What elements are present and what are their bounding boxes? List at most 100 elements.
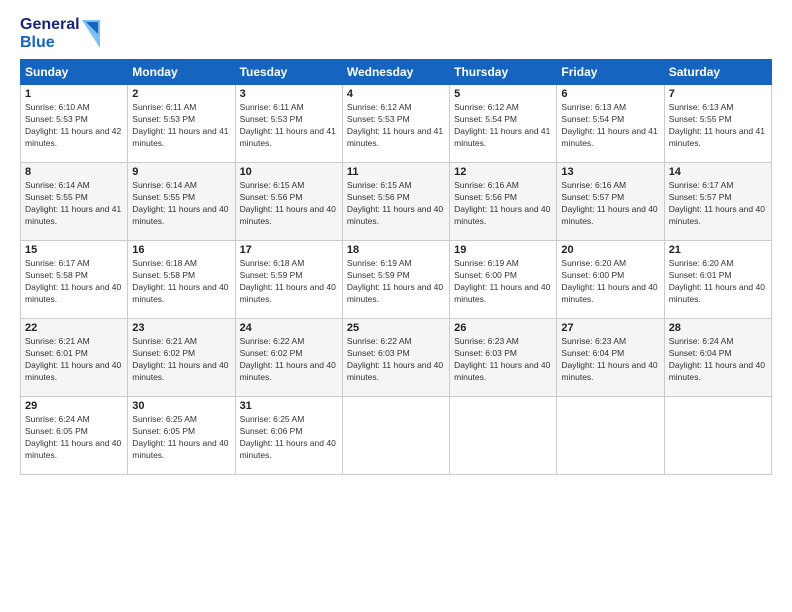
day-number: 17 — [240, 244, 338, 256]
calendar-cell: 22 Sunrise: 6:21 AMSunset: 6:01 PMDaylig… — [21, 319, 128, 397]
day-number: 6 — [561, 88, 659, 100]
day-info: Sunrise: 6:16 AMSunset: 5:57 PMDaylight:… — [561, 180, 659, 228]
logo-chevron-icon — [82, 20, 100, 48]
calendar-cell: 9 Sunrise: 6:14 AMSunset: 5:55 PMDayligh… — [128, 163, 235, 241]
day-number: 9 — [132, 166, 230, 178]
calendar-cell: 7 Sunrise: 6:13 AMSunset: 5:55 PMDayligh… — [664, 85, 771, 163]
calendar-cell — [450, 397, 557, 475]
calendar-cell: 19 Sunrise: 6:19 AMSunset: 6:00 PMDaylig… — [450, 241, 557, 319]
calendar-cell: 29 Sunrise: 6:24 AMSunset: 6:05 PMDaylig… — [21, 397, 128, 475]
calendar-cell: 15 Sunrise: 6:17 AMSunset: 5:58 PMDaylig… — [21, 241, 128, 319]
calendar-cell: 30 Sunrise: 6:25 AMSunset: 6:05 PMDaylig… — [128, 397, 235, 475]
calendar-cell: 2 Sunrise: 6:11 AMSunset: 5:53 PMDayligh… — [128, 85, 235, 163]
day-number: 13 — [561, 166, 659, 178]
day-info: Sunrise: 6:16 AMSunset: 5:56 PMDaylight:… — [454, 180, 552, 228]
day-number: 7 — [669, 88, 767, 100]
day-number: 15 — [25, 244, 123, 256]
calendar-cell: 25 Sunrise: 6:22 AMSunset: 6:03 PMDaylig… — [342, 319, 449, 397]
weekday-header-tuesday: Tuesday — [235, 60, 342, 85]
day-info: Sunrise: 6:18 AMSunset: 5:58 PMDaylight:… — [132, 258, 230, 306]
calendar-cell: 6 Sunrise: 6:13 AMSunset: 5:54 PMDayligh… — [557, 85, 664, 163]
weekday-header-thursday: Thursday — [450, 60, 557, 85]
day-number: 29 — [25, 400, 123, 412]
calendar-cell: 1 Sunrise: 6:10 AMSunset: 5:53 PMDayligh… — [21, 85, 128, 163]
calendar-cell: 4 Sunrise: 6:12 AMSunset: 5:53 PMDayligh… — [342, 85, 449, 163]
calendar-cell: 3 Sunrise: 6:11 AMSunset: 5:53 PMDayligh… — [235, 85, 342, 163]
weekday-header-saturday: Saturday — [664, 60, 771, 85]
day-info: Sunrise: 6:19 AMSunset: 5:59 PMDaylight:… — [347, 258, 445, 306]
day-info: Sunrise: 6:12 AMSunset: 5:54 PMDaylight:… — [454, 102, 552, 150]
logo-text-blue: Blue — [20, 34, 80, 52]
calendar-cell — [557, 397, 664, 475]
day-number: 24 — [240, 322, 338, 334]
calendar-cell: 17 Sunrise: 6:18 AMSunset: 5:59 PMDaylig… — [235, 241, 342, 319]
day-number: 11 — [347, 166, 445, 178]
day-number: 26 — [454, 322, 552, 334]
day-info: Sunrise: 6:11 AMSunset: 5:53 PMDaylight:… — [132, 102, 230, 150]
calendar-cell: 24 Sunrise: 6:22 AMSunset: 6:02 PMDaylig… — [235, 319, 342, 397]
calendar-cell: 27 Sunrise: 6:23 AMSunset: 6:04 PMDaylig… — [557, 319, 664, 397]
calendar-cell: 5 Sunrise: 6:12 AMSunset: 5:54 PMDayligh… — [450, 85, 557, 163]
calendar-cell: 13 Sunrise: 6:16 AMSunset: 5:57 PMDaylig… — [557, 163, 664, 241]
calendar: SundayMondayTuesdayWednesdayThursdayFrid… — [20, 59, 772, 475]
day-number: 2 — [132, 88, 230, 100]
day-info: Sunrise: 6:20 AMSunset: 6:00 PMDaylight:… — [561, 258, 659, 306]
day-info: Sunrise: 6:13 AMSunset: 5:54 PMDaylight:… — [561, 102, 659, 150]
day-number: 8 — [25, 166, 123, 178]
day-info: Sunrise: 6:20 AMSunset: 6:01 PMDaylight:… — [669, 258, 767, 306]
day-number: 27 — [561, 322, 659, 334]
calendar-cell: 21 Sunrise: 6:20 AMSunset: 6:01 PMDaylig… — [664, 241, 771, 319]
day-info: Sunrise: 6:17 AMSunset: 5:58 PMDaylight:… — [25, 258, 123, 306]
calendar-cell: 18 Sunrise: 6:19 AMSunset: 5:59 PMDaylig… — [342, 241, 449, 319]
day-info: Sunrise: 6:17 AMSunset: 5:57 PMDaylight:… — [669, 180, 767, 228]
day-number: 14 — [669, 166, 767, 178]
day-number: 10 — [240, 166, 338, 178]
day-number: 19 — [454, 244, 552, 256]
day-info: Sunrise: 6:24 AMSunset: 6:05 PMDaylight:… — [25, 414, 123, 462]
day-number: 22 — [25, 322, 123, 334]
day-number: 5 — [454, 88, 552, 100]
day-number: 25 — [347, 322, 445, 334]
day-info: Sunrise: 6:21 AMSunset: 6:01 PMDaylight:… — [25, 336, 123, 384]
day-number: 20 — [561, 244, 659, 256]
day-number: 30 — [132, 400, 230, 412]
day-info: Sunrise: 6:10 AMSunset: 5:53 PMDaylight:… — [25, 102, 123, 150]
day-info: Sunrise: 6:23 AMSunset: 6:03 PMDaylight:… — [454, 336, 552, 384]
day-info: Sunrise: 6:13 AMSunset: 5:55 PMDaylight:… — [669, 102, 767, 150]
header: General Blue — [20, 16, 772, 51]
day-number: 1 — [25, 88, 123, 100]
day-number: 3 — [240, 88, 338, 100]
calendar-cell: 23 Sunrise: 6:21 AMSunset: 6:02 PMDaylig… — [128, 319, 235, 397]
weekday-header-monday: Monday — [128, 60, 235, 85]
day-info: Sunrise: 6:24 AMSunset: 6:04 PMDaylight:… — [669, 336, 767, 384]
day-info: Sunrise: 6:25 AMSunset: 6:05 PMDaylight:… — [132, 414, 230, 462]
day-info: Sunrise: 6:11 AMSunset: 5:53 PMDaylight:… — [240, 102, 338, 150]
day-info: Sunrise: 6:23 AMSunset: 6:04 PMDaylight:… — [561, 336, 659, 384]
day-number: 21 — [669, 244, 767, 256]
calendar-cell: 8 Sunrise: 6:14 AMSunset: 5:55 PMDayligh… — [21, 163, 128, 241]
calendar-cell: 26 Sunrise: 6:23 AMSunset: 6:03 PMDaylig… — [450, 319, 557, 397]
weekday-header-sunday: Sunday — [21, 60, 128, 85]
day-info: Sunrise: 6:14 AMSunset: 5:55 PMDaylight:… — [132, 180, 230, 228]
calendar-cell: 31 Sunrise: 6:25 AMSunset: 6:06 PMDaylig… — [235, 397, 342, 475]
logo-text-general: General — [20, 16, 80, 34]
day-number: 12 — [454, 166, 552, 178]
page: General Blue SundayMondayTuesdayWednesda… — [0, 0, 792, 612]
day-info: Sunrise: 6:19 AMSunset: 6:00 PMDaylight:… — [454, 258, 552, 306]
day-number: 16 — [132, 244, 230, 256]
day-number: 28 — [669, 322, 767, 334]
day-info: Sunrise: 6:12 AMSunset: 5:53 PMDaylight:… — [347, 102, 445, 150]
calendar-cell: 28 Sunrise: 6:24 AMSunset: 6:04 PMDaylig… — [664, 319, 771, 397]
logo: General Blue — [20, 16, 100, 51]
calendar-cell — [342, 397, 449, 475]
weekday-header-wednesday: Wednesday — [342, 60, 449, 85]
day-info: Sunrise: 6:22 AMSunset: 6:03 PMDaylight:… — [347, 336, 445, 384]
day-info: Sunrise: 6:18 AMSunset: 5:59 PMDaylight:… — [240, 258, 338, 306]
calendar-cell: 11 Sunrise: 6:15 AMSunset: 5:56 PMDaylig… — [342, 163, 449, 241]
weekday-header-friday: Friday — [557, 60, 664, 85]
day-number: 23 — [132, 322, 230, 334]
calendar-cell: 12 Sunrise: 6:16 AMSunset: 5:56 PMDaylig… — [450, 163, 557, 241]
day-number: 18 — [347, 244, 445, 256]
day-info: Sunrise: 6:22 AMSunset: 6:02 PMDaylight:… — [240, 336, 338, 384]
calendar-cell: 10 Sunrise: 6:15 AMSunset: 5:56 PMDaylig… — [235, 163, 342, 241]
